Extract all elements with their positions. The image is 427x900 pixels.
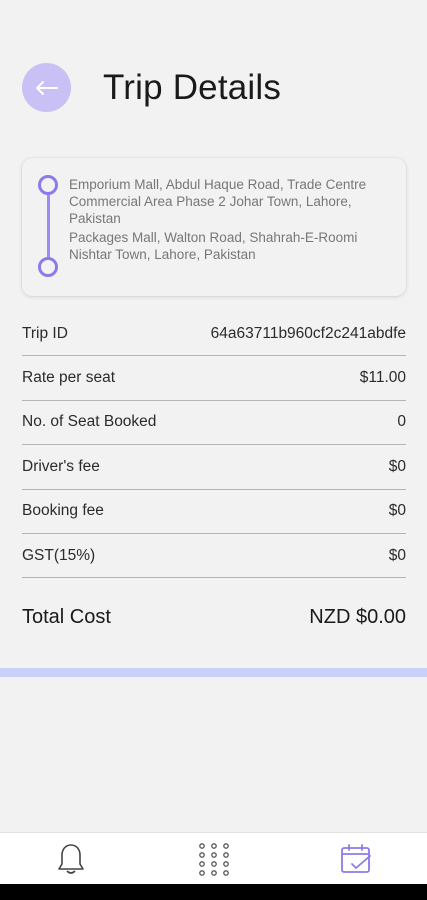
back-button[interactable] xyxy=(22,63,71,112)
route-line xyxy=(47,185,50,267)
detail-value: $0 xyxy=(388,502,406,520)
detail-label: Driver's fee xyxy=(22,457,100,475)
bell-icon xyxy=(58,844,84,874)
detail-value: $0 xyxy=(388,457,406,475)
detail-row-trip-id: Trip ID 64a63711b960cf2c241abdfe xyxy=(22,312,406,357)
arrow-left-icon xyxy=(35,80,58,95)
detail-label: Rate per seat xyxy=(22,369,116,387)
detail-value: 0 xyxy=(397,413,406,431)
trip-details-list: Trip ID 64a63711b960cf2c241abdfe Rate pe… xyxy=(22,312,406,579)
nav-notifications[interactable] xyxy=(53,841,89,877)
header: Trip Details xyxy=(0,0,427,160)
grid-icon xyxy=(199,843,229,876)
detail-label: Booking fee xyxy=(22,502,104,520)
detail-row-seats: No. of Seat Booked 0 xyxy=(22,401,406,446)
total-value: NZD $0.00 xyxy=(309,606,406,628)
detail-label: Trip ID xyxy=(22,324,68,342)
detail-value: $11.00 xyxy=(359,369,406,387)
detail-row-gst: GST(15%) $0 xyxy=(22,534,406,579)
detail-label: GST(15%) xyxy=(22,546,96,564)
origin-address: Emporium Mall, Abdul Haque Road, Trade C… xyxy=(69,177,367,226)
page-title: Trip Details xyxy=(103,68,282,107)
detail-label: No. of Seat Booked xyxy=(22,413,157,431)
detail-value: 64a63711b960cf2c241abdfe xyxy=(210,324,406,342)
nav-menu[interactable] xyxy=(196,841,232,877)
detail-value: $0 xyxy=(388,546,406,564)
system-navigation-bar xyxy=(0,884,427,900)
detail-row-booking-fee: Booking fee $0 xyxy=(22,490,406,534)
total-label: Total Cost xyxy=(22,606,111,628)
destination-address: Packages Mall, Walton Road, Shahrah-E-Ro… xyxy=(69,230,358,262)
bottom-nav xyxy=(0,832,427,884)
divider-bar xyxy=(0,668,427,677)
route-card: Emporium Mall, Abdul Haque Road, Trade C… xyxy=(22,158,406,296)
detail-row-driver-fee: Driver's fee $0 xyxy=(22,445,406,490)
total-cost: Total Cost NZD $0.00 xyxy=(22,606,406,629)
origin-dot-icon xyxy=(38,175,58,195)
calendar-check-icon xyxy=(341,844,371,873)
detail-row-rate: Rate per seat $11.00 xyxy=(22,356,406,401)
destination-dot-icon xyxy=(38,257,58,277)
nav-bookings[interactable] xyxy=(338,841,374,877)
